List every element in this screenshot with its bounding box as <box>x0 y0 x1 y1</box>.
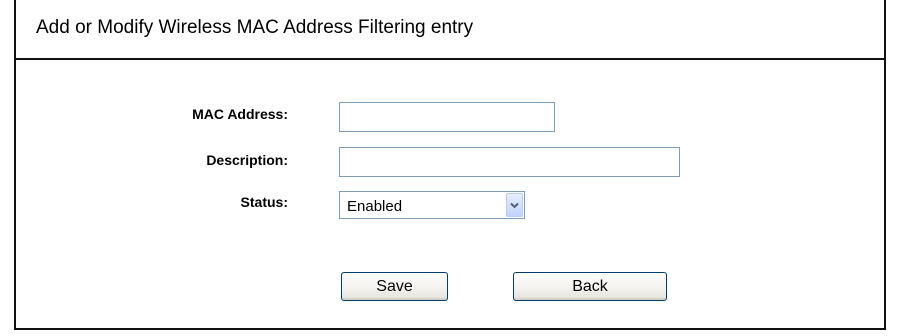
status-select[interactable]: Enabled <box>339 191 525 219</box>
description-label: Description: <box>206 152 288 168</box>
description-input[interactable] <box>339 147 680 177</box>
mac-address-input[interactable] <box>339 102 555 132</box>
page-title: Add or Modify Wireless MAC Address Filte… <box>36 17 474 38</box>
save-button[interactable]: Save <box>341 272 448 301</box>
mac-address-label: MAC Address: <box>192 106 288 122</box>
form-panel: Add or Modify Wireless MAC Address Filte… <box>14 0 886 330</box>
status-label: Status: <box>240 194 288 210</box>
chevron-down-icon[interactable] <box>506 193 523 217</box>
status-selected-value: Enabled <box>347 198 403 215</box>
title-divider <box>16 58 884 60</box>
back-button[interactable]: Back <box>513 272 667 301</box>
